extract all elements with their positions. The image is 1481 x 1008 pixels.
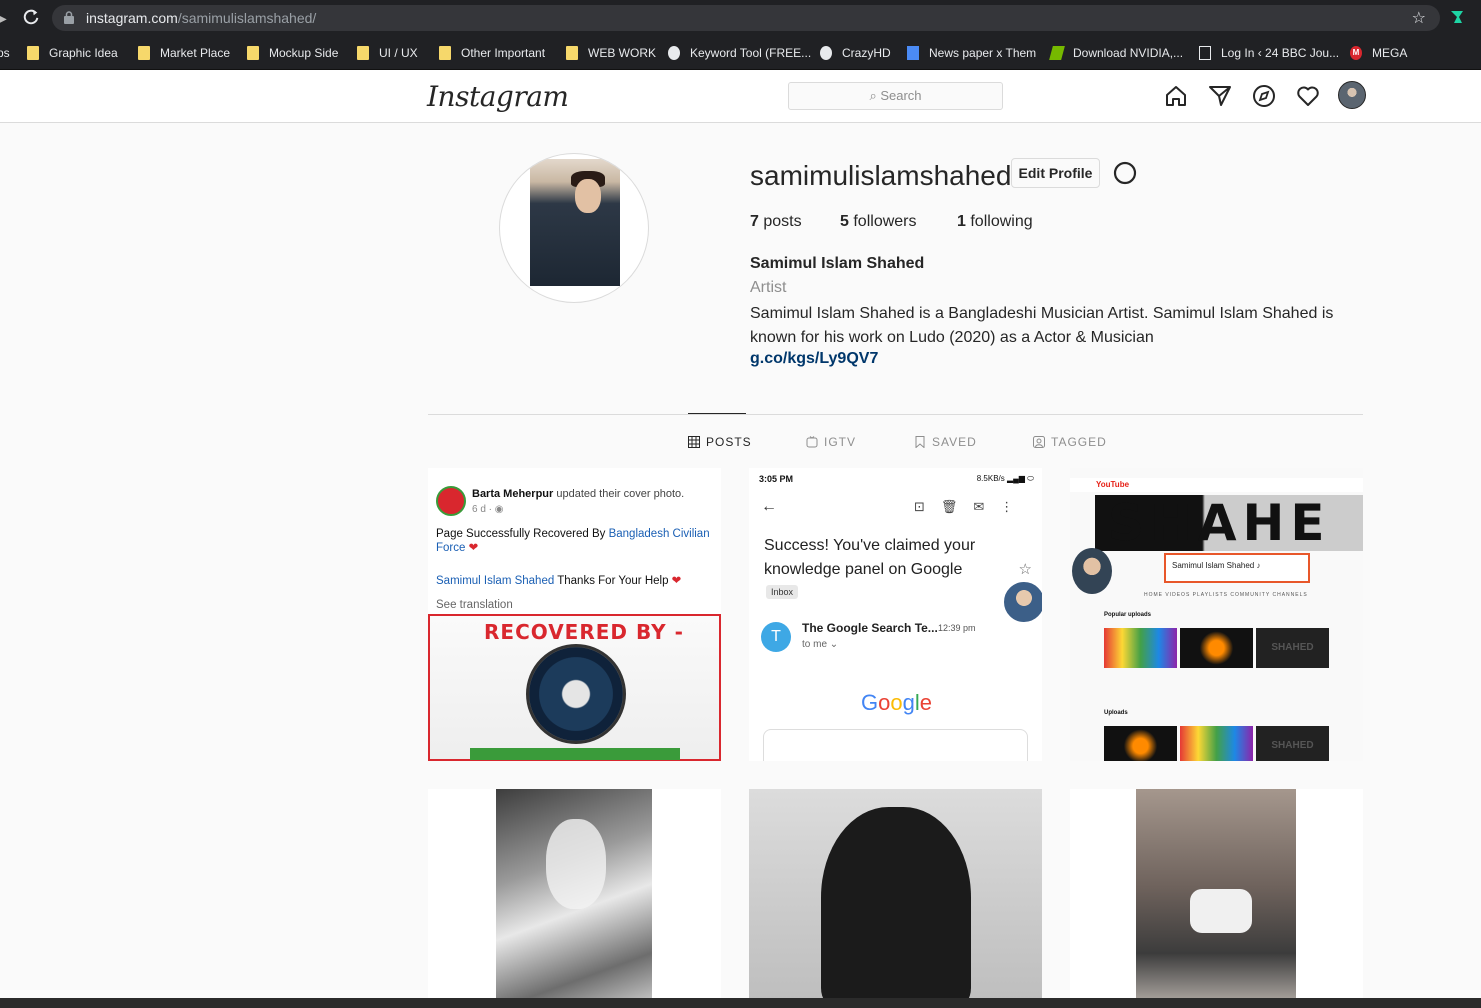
bookmark-nvidia[interactable]: Download NVIDIA,... bbox=[1049, 43, 1183, 63]
instagram-header: Instagram ⌕ Search bbox=[0, 70, 1481, 123]
search-icon: ⌕ bbox=[869, 88, 881, 103]
address-bar[interactable]: instagram.com/samimulislamshahed/ ☆ bbox=[52, 5, 1440, 31]
heart-icon[interactable] bbox=[1296, 84, 1320, 108]
recovered-banner: RECOVERED BY - bbox=[428, 614, 721, 761]
following-link[interactable]: 1 following bbox=[957, 213, 1033, 231]
mega-icon: M bbox=[1350, 46, 1362, 60]
bookmark-news-paper[interactable]: News paper x Them bbox=[907, 43, 1036, 63]
youtube-logo: YouTube bbox=[1096, 480, 1130, 489]
bookmarks-bar: ps Graphic Idea Market Place Mockup Side… bbox=[0, 36, 1481, 70]
skull-seal-icon bbox=[526, 644, 626, 744]
silhouette-photo bbox=[749, 789, 1042, 1008]
doc-icon bbox=[907, 46, 919, 60]
tagged-user-icon bbox=[1033, 436, 1045, 448]
bookmark-star-icon[interactable]: ☆ bbox=[1412, 8, 1426, 28]
globe-icon bbox=[668, 46, 680, 60]
explore-icon[interactable] bbox=[1252, 84, 1276, 108]
post-tile-2[interactable]: 3:05 PM 8.5KB/s ▂▄▆ ⬭ ← ⊡🗑✉⋮ Success! Yo… bbox=[749, 468, 1042, 761]
bookmark-ui-ux[interactable]: UI / UX bbox=[357, 43, 418, 63]
channel-banner-text: SHAHE bbox=[1108, 494, 1331, 552]
post-tile-3[interactable]: YouTube SHAHE Samimul Islam Shahed ♪ HOM… bbox=[1070, 468, 1363, 761]
taskbar bbox=[0, 998, 1481, 1008]
bookmark-mockup-side[interactable]: Mockup Side bbox=[247, 43, 338, 63]
bbc-icon bbox=[1199, 46, 1211, 60]
extension-icon[interactable] bbox=[1448, 8, 1466, 26]
post-tile-5[interactable] bbox=[749, 789, 1042, 1008]
igtv-icon bbox=[806, 436, 818, 448]
tab-posts[interactable]: POSTS bbox=[688, 435, 752, 449]
profile-username: samimulislamshahed bbox=[750, 160, 1012, 191]
star-icon: ☆ bbox=[1018, 561, 1032, 578]
direct-message-icon[interactable] bbox=[1208, 84, 1232, 108]
mail-actions-icons: ⊡🗑✉⋮ bbox=[914, 499, 1030, 514]
bookmark-overflow[interactable]: ps bbox=[0, 43, 10, 63]
reload-icon[interactable] bbox=[22, 8, 40, 26]
folder-icon bbox=[566, 46, 578, 60]
heart-emoji-icon: ❤ bbox=[671, 575, 682, 587]
bookmark-icon bbox=[915, 436, 925, 448]
bookmark-crazyhd[interactable]: CrazyHD bbox=[820, 43, 891, 63]
profile-website-link[interactable]: g.co/kgs/Ly9QV7 bbox=[750, 350, 878, 368]
instagram-logo[interactable]: Instagram bbox=[427, 80, 569, 113]
bookmark-web-work[interactable]: WEB WORK bbox=[566, 43, 656, 63]
tab-igtv[interactable]: IGTV bbox=[806, 435, 856, 449]
bookmark-mega[interactable]: M MEGA bbox=[1350, 43, 1407, 63]
folder-icon bbox=[439, 46, 451, 60]
post-tile-4[interactable] bbox=[428, 789, 721, 1008]
posts-count: 7 posts bbox=[750, 213, 802, 230]
active-tab-indicator bbox=[688, 413, 746, 414]
forward-icon[interactable]: ▶ bbox=[0, 10, 7, 27]
home-icon[interactable] bbox=[1164, 84, 1188, 108]
followers-link[interactable]: 5 followers bbox=[840, 213, 917, 231]
page-avatar bbox=[436, 486, 466, 516]
profile-picture[interactable] bbox=[499, 153, 649, 303]
tab-tagged[interactable]: TAGGED bbox=[1033, 435, 1107, 449]
url-text: instagram.com/samimulislamshahed/ bbox=[86, 10, 317, 26]
bookmark-graphic-idea[interactable]: Graphic Idea bbox=[27, 43, 118, 63]
folder-icon bbox=[138, 46, 150, 60]
post-tile-1[interactable]: Barta Meherpur updated their cover photo… bbox=[428, 468, 721, 761]
bookmark-other-important[interactable]: Other Important bbox=[439, 43, 545, 63]
avatar bbox=[1072, 548, 1112, 594]
avatar bbox=[1002, 580, 1042, 624]
browser-toolbar: ▶ instagram.com/samimulislamshahed/ ☆ bbox=[0, 0, 1481, 36]
edit-profile-button[interactable]: Edit Profile bbox=[1011, 158, 1100, 188]
globe-icon: ◉ bbox=[494, 504, 504, 515]
lock-icon bbox=[64, 11, 74, 24]
grid-icon bbox=[688, 436, 700, 448]
bookmark-keyword-tool[interactable]: Keyword Tool (FREE... bbox=[668, 43, 811, 63]
folder-icon bbox=[357, 46, 369, 60]
tabs-divider bbox=[428, 414, 1363, 415]
bookmark-market-place[interactable]: Market Place bbox=[138, 43, 230, 63]
folder-icon bbox=[27, 46, 39, 60]
profile-full-name: Samimul Islam Shahed bbox=[750, 255, 925, 272]
google-logo: Google bbox=[861, 690, 933, 715]
back-arrow-icon: ← bbox=[761, 498, 777, 515]
globe-icon bbox=[820, 46, 832, 60]
nvidia-icon bbox=[1049, 46, 1065, 60]
post-tile-6[interactable] bbox=[1070, 789, 1363, 1008]
settings-gear-icon[interactable] bbox=[1112, 160, 1138, 186]
profile-category: Artist bbox=[750, 279, 787, 296]
tab-saved[interactable]: SAVED bbox=[914, 435, 977, 449]
folder-icon bbox=[247, 46, 259, 60]
heart-emoji-icon: ❤ bbox=[468, 542, 479, 554]
channel-name-box: Samimul Islam Shahed ♪ bbox=[1164, 553, 1310, 583]
profile-avatar-nav[interactable] bbox=[1338, 81, 1366, 109]
search-input[interactable]: ⌕ Search bbox=[788, 82, 1003, 110]
masked-portrait-photo bbox=[1136, 789, 1296, 1008]
portrait-photo bbox=[496, 789, 652, 1008]
profile-bio: Samimul Islam Shahed is a Bangladeshi Mu… bbox=[750, 305, 1334, 346]
bookmark-bbc[interactable]: Log In ‹ 24 BBC Jou... bbox=[1199, 43, 1339, 63]
